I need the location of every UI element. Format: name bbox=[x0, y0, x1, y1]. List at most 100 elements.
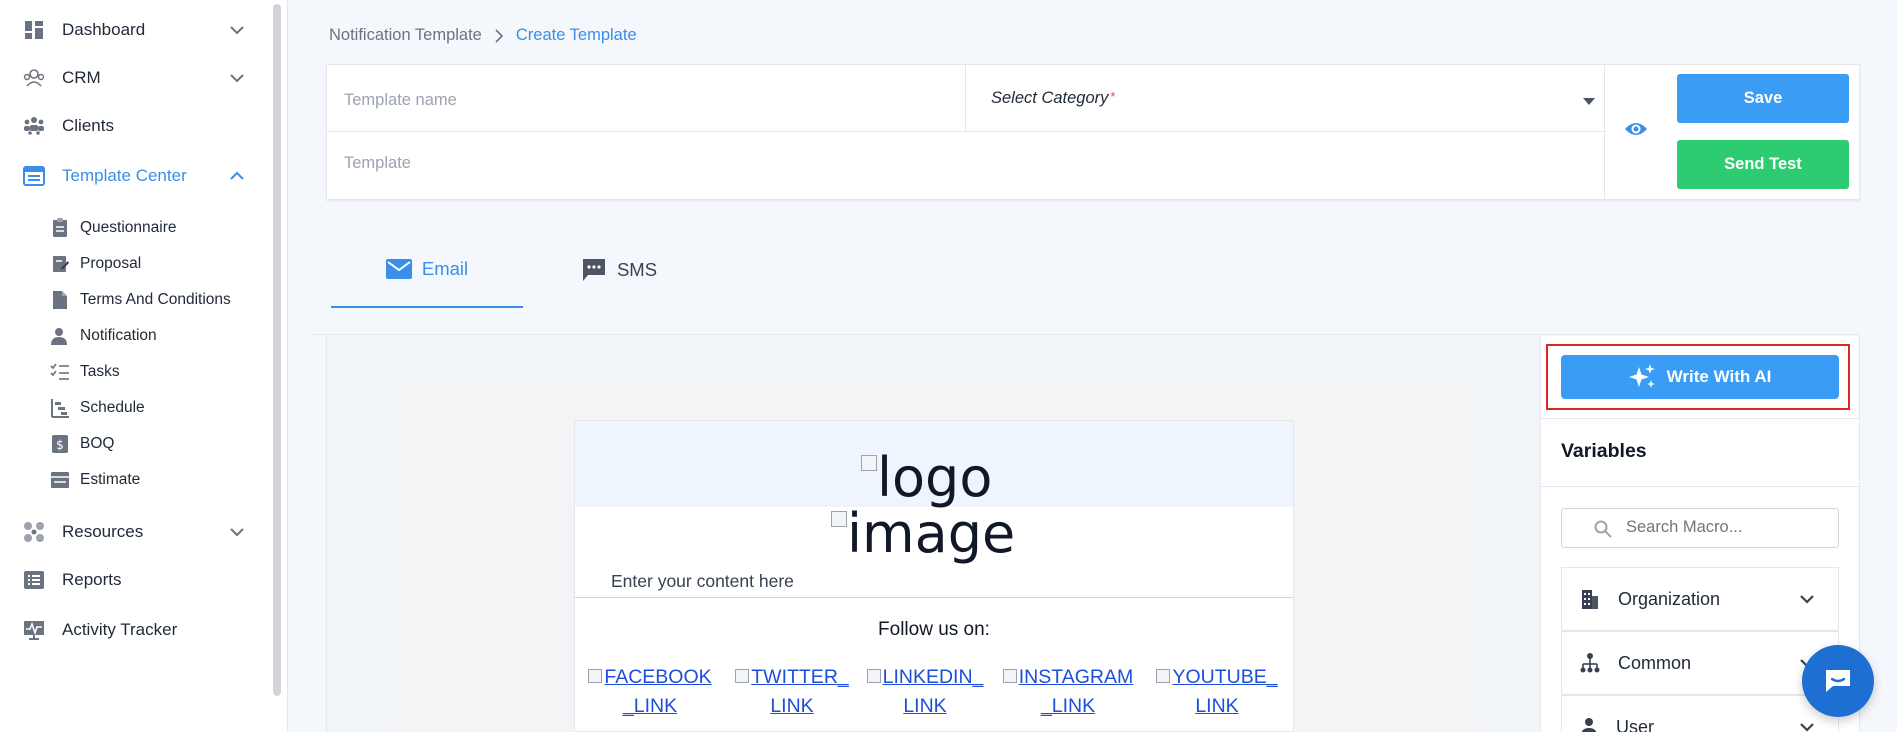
breadcrumb: Notification Template Create Template bbox=[329, 26, 637, 45]
macro-search-input[interactable] bbox=[1626, 518, 1826, 537]
template-icon bbox=[22, 164, 46, 188]
broken-image-icon bbox=[866, 669, 881, 683]
sidebar-subitem-boq[interactable]: $ BOQ bbox=[50, 430, 260, 458]
youtube-link[interactable]: YOUTUBE_ LINK bbox=[1155, 663, 1279, 721]
sidebar-item-activity-tracker[interactable]: Activity Tracker bbox=[22, 612, 246, 648]
social-link-text: _LINK bbox=[622, 695, 678, 717]
broken-image-icon bbox=[735, 669, 750, 683]
dashboard-icon bbox=[22, 18, 46, 42]
email-divider bbox=[575, 597, 1293, 598]
sidebar-item-label: Resources bbox=[62, 522, 144, 541]
sidebar-item-label: Reports bbox=[62, 570, 122, 589]
tab-label: Email bbox=[421, 258, 469, 279]
variable-group-user[interactable]: User bbox=[1561, 695, 1839, 732]
social-link-text: _LINK bbox=[1040, 695, 1096, 717]
template-subject-input[interactable]: Template bbox=[344, 154, 411, 173]
tab-sms[interactable]: SMS bbox=[523, 232, 715, 308]
template-name-input[interactable]: Template name bbox=[344, 91, 457, 110]
sidebar-subitem-label: Terms And Conditions bbox=[80, 291, 231, 308]
chevron-down-icon bbox=[1800, 595, 1814, 604]
tab-email[interactable]: Email bbox=[331, 232, 523, 308]
tab-label: SMS bbox=[616, 259, 658, 280]
hero-image[interactable]: image bbox=[831, 507, 1015, 561]
required-mark: * bbox=[1110, 89, 1116, 104]
save-button[interactable]: Save bbox=[1677, 74, 1849, 123]
sidebar-subitem-tasks[interactable]: Tasks bbox=[50, 358, 260, 386]
sidebar-subitem-questionnaire[interactable]: Questionnaire bbox=[50, 214, 260, 242]
crm-icon bbox=[22, 66, 46, 90]
breadcrumb-current: Create Template bbox=[515, 26, 637, 44]
content-placeholder[interactable]: Enter your content here bbox=[611, 571, 794, 592]
email-template-body[interactable]: logo image Enter your content here Follo… bbox=[574, 420, 1294, 732]
template-form: Template name Select Category * Template … bbox=[326, 64, 1860, 201]
sidebar-subitem-label: Estimate bbox=[80, 471, 141, 488]
sidebar-item-resources[interactable]: Resources bbox=[22, 514, 246, 550]
proposal-icon bbox=[50, 254, 70, 274]
social-link-text: LINK bbox=[1195, 695, 1239, 717]
sidebar-item-label: Dashboard bbox=[62, 20, 146, 39]
broken-image-icon bbox=[861, 455, 877, 471]
sidebar-scrollbar[interactable] bbox=[273, 4, 281, 696]
write-with-ai-button[interactable]: Write With AI bbox=[1561, 355, 1839, 399]
facebook-link[interactable]: FACEBOOK _LINK bbox=[583, 663, 717, 721]
sidebar-item-template-center[interactable]: Template Center bbox=[22, 158, 246, 194]
sidebar-item-clients[interactable]: Clients bbox=[22, 108, 246, 144]
social-link-text: LINKEDIN_ bbox=[882, 666, 984, 688]
field-divider bbox=[327, 131, 1604, 132]
chevron-up-icon bbox=[230, 171, 244, 180]
linkedin-link[interactable]: LINKEDIN_ LINK bbox=[865, 663, 985, 721]
sidebar-item-label: Activity Tracker bbox=[62, 620, 178, 639]
chevron-down-icon bbox=[230, 74, 244, 83]
clients-icon bbox=[22, 114, 46, 138]
sidebar-subitem-schedule[interactable]: Schedule bbox=[50, 394, 260, 422]
questionnaire-icon bbox=[50, 218, 70, 238]
social-link-text: YOUTUBE_ bbox=[1172, 666, 1278, 688]
panel-divider bbox=[1541, 418, 1859, 419]
image-alt: image bbox=[847, 502, 1016, 565]
variable-group-common[interactable]: Common bbox=[1561, 631, 1839, 695]
activity-icon bbox=[22, 618, 46, 642]
broken-image-icon bbox=[831, 511, 847, 527]
variable-group-label: Organization bbox=[1618, 588, 1721, 609]
field-divider bbox=[965, 65, 966, 131]
social-link-text: TWITTER_ bbox=[751, 666, 849, 688]
instagram-link[interactable]: INSTAGRAM _LINK bbox=[999, 663, 1137, 721]
sidebar-subitem-label: Notification bbox=[80, 327, 157, 344]
twitter-link[interactable]: TWITTER_ LINK bbox=[733, 663, 851, 721]
write-with-ai-label: Write With AI bbox=[1666, 367, 1772, 386]
category-select[interactable]: Select Category * bbox=[991, 89, 1115, 108]
boq-icon: $ bbox=[50, 434, 70, 454]
chat-support-button[interactable] bbox=[1802, 645, 1874, 717]
social-link-text: LINK bbox=[903, 695, 947, 717]
user-icon bbox=[1580, 717, 1598, 732]
sidebar-subitem-estimate[interactable]: Estimate bbox=[50, 466, 260, 494]
logo-alt: logo bbox=[877, 446, 993, 509]
variable-group-organization[interactable]: Organization bbox=[1561, 567, 1839, 631]
eye-icon[interactable] bbox=[1624, 120, 1648, 138]
breadcrumb-parent[interactable]: Notification Template bbox=[329, 26, 482, 45]
sidebar-item-reports[interactable]: Reports bbox=[22, 562, 246, 598]
variable-group-label: Common bbox=[1618, 652, 1692, 673]
sidebar-item-dashboard[interactable]: Dashboard bbox=[22, 12, 246, 48]
reports-icon bbox=[22, 568, 46, 592]
hierarchy-icon bbox=[1580, 652, 1600, 674]
chevron-down-icon bbox=[230, 26, 244, 35]
sidebar-item-label: CRM bbox=[62, 68, 101, 87]
sidebar-item-label: Template Center bbox=[62, 166, 187, 185]
field-divider bbox=[1604, 65, 1605, 201]
variable-group-label: User bbox=[1616, 716, 1655, 732]
sidebar-subitem-notification[interactable]: Notification bbox=[50, 322, 260, 350]
search-icon bbox=[1594, 520, 1612, 538]
sidebar-subitem-proposal[interactable]: Proposal bbox=[50, 250, 260, 278]
send-test-button[interactable]: Send Test bbox=[1677, 140, 1849, 189]
logo-image[interactable]: logo bbox=[861, 451, 992, 505]
sms-icon bbox=[581, 257, 607, 283]
sidebar-subitem-label: Questionnaire bbox=[80, 219, 177, 236]
broken-image-icon bbox=[588, 669, 603, 683]
dropdown-caret-icon[interactable] bbox=[1583, 98, 1595, 105]
macro-search[interactable] bbox=[1561, 508, 1839, 548]
sidebar-item-crm[interactable]: CRM bbox=[22, 60, 246, 96]
sidebar-subitem-terms[interactable]: Terms And Conditions bbox=[50, 286, 260, 314]
sidebar: Dashboard CRM Clients Template Center Qu… bbox=[0, 0, 288, 732]
social-link-text: FACEBOOK bbox=[604, 666, 712, 688]
